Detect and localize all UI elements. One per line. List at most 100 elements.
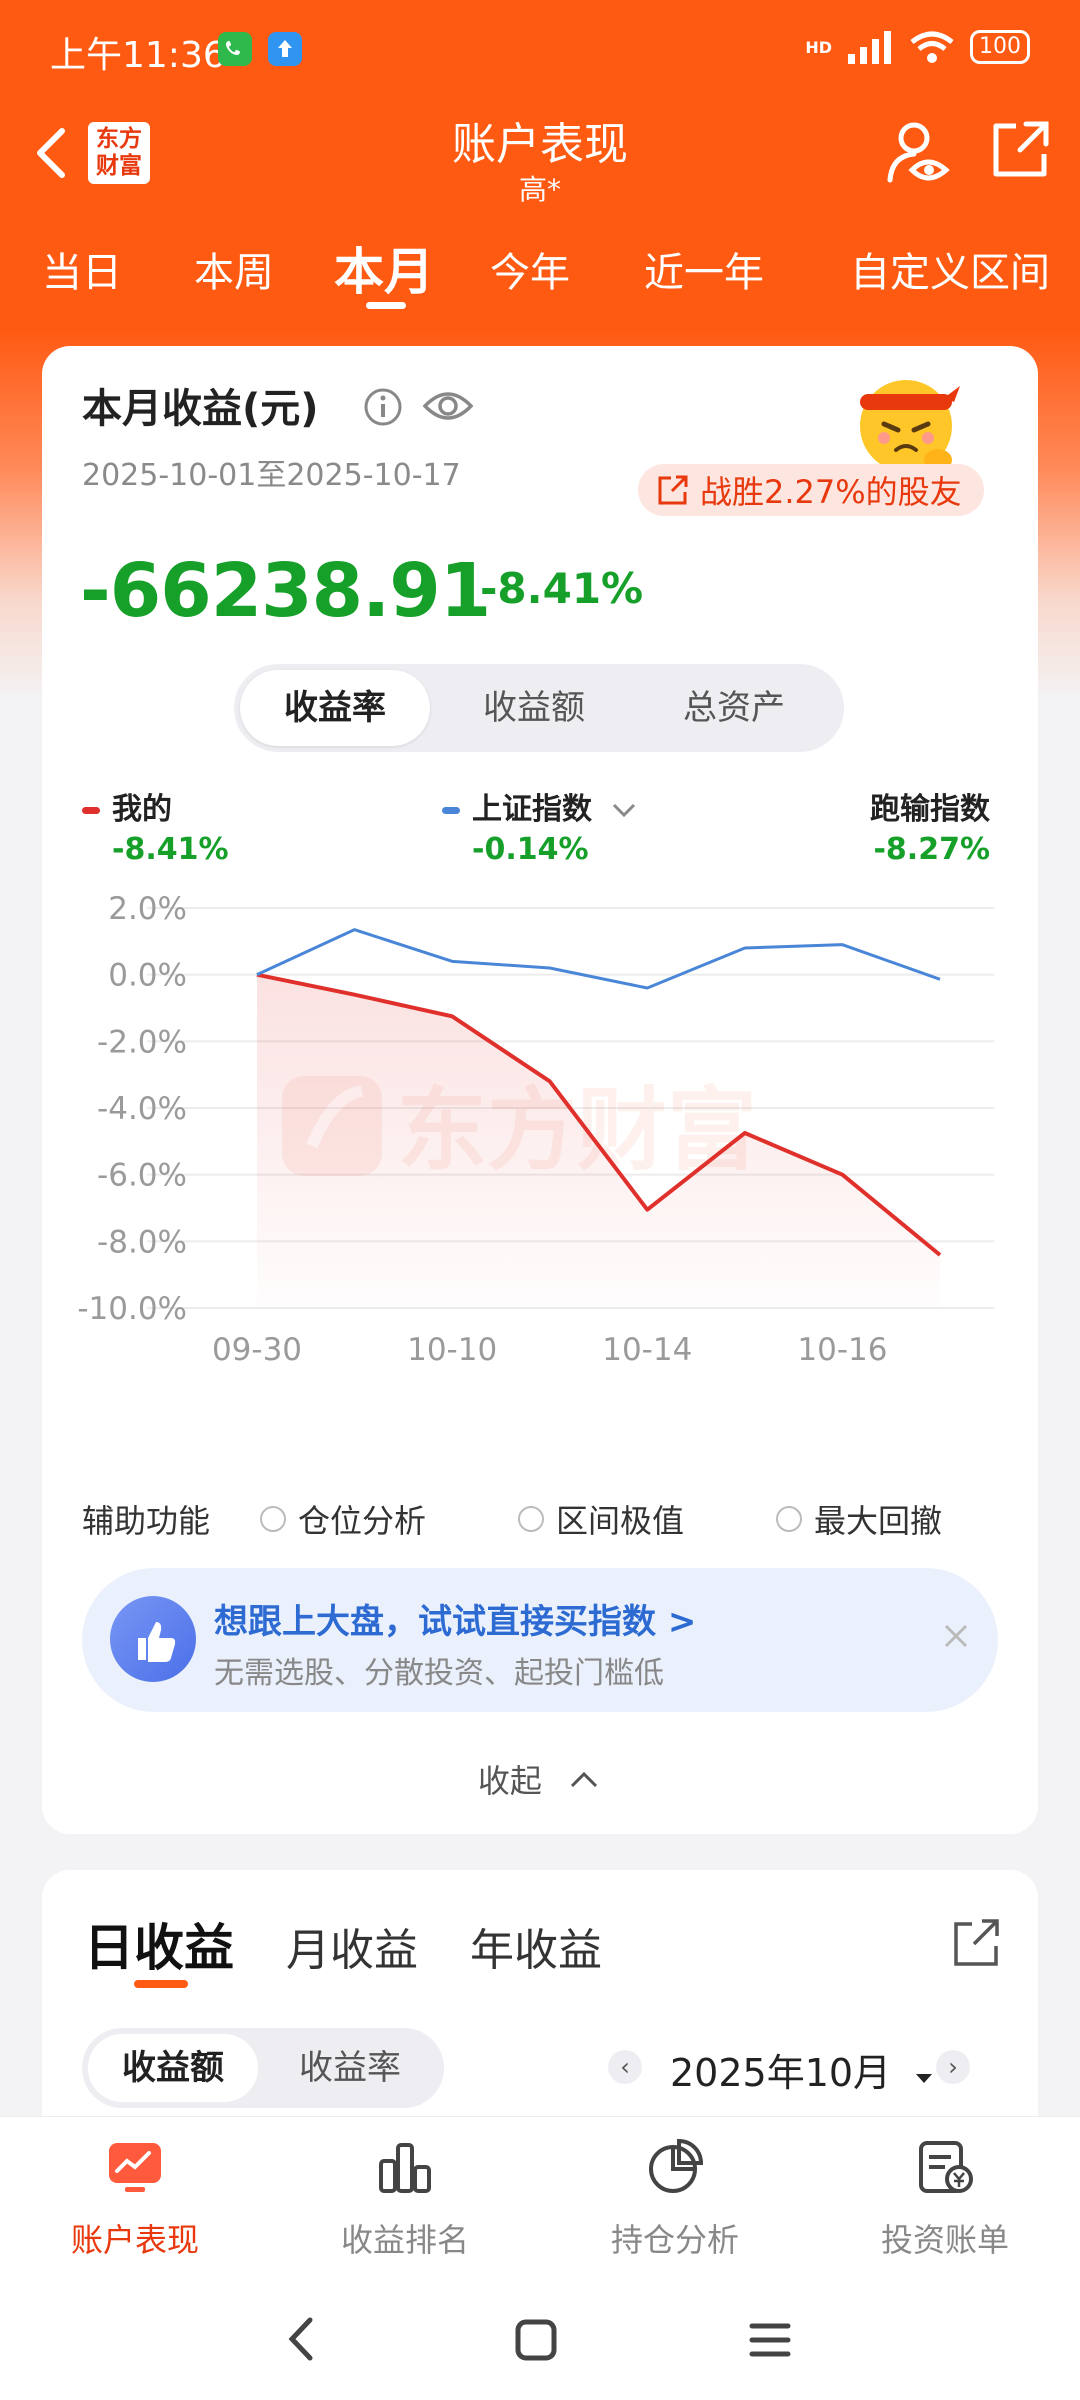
legend-underperform-value: -8.27% bbox=[873, 832, 990, 867]
bottom-nav: 账户表现 收益排名 持仓分析 投资账单 bbox=[0, 2116, 1080, 2287]
status-time: 上午11:36 bbox=[50, 35, 226, 76]
aux-option-label: 区间极值 bbox=[556, 1502, 685, 1540]
status-bar: 上午11:36 HD 100 bbox=[0, 0, 1080, 100]
call-indicator-icon bbox=[218, 32, 252, 66]
share-small-icon bbox=[658, 475, 688, 505]
rank-badge[interactable]: 战胜2.27%的股友 bbox=[638, 464, 984, 516]
nav-label: 账户表现 bbox=[70, 2221, 199, 2259]
tab-month[interactable]: 本月 bbox=[334, 232, 434, 304]
x-tick-label: 09-30 bbox=[212, 1332, 302, 1368]
metric-segment: 收益率 收益额 总资产 bbox=[234, 664, 844, 752]
account-eye-icon[interactable] bbox=[886, 118, 950, 186]
legend-mine-value: -8.41% bbox=[112, 832, 229, 867]
battery-indicator: 100 bbox=[970, 30, 1030, 64]
next-month-button[interactable]: › bbox=[936, 2050, 970, 2084]
promo-title: 想跟上大盘，试试直接买指数 > bbox=[214, 1602, 697, 1642]
collapse-label: 收起 bbox=[477, 1762, 542, 1800]
nav-investment-bill[interactable]: 投资账单 bbox=[810, 2117, 1080, 2287]
legend-index-value: -0.14% bbox=[472, 832, 589, 867]
y-tick-label: 2.0% bbox=[108, 891, 187, 927]
nav-account-performance[interactable]: 账户表现 bbox=[0, 2117, 270, 2287]
y-tick-label: -4.0% bbox=[97, 1091, 187, 1127]
promo-banner[interactable]: 想跟上大盘，试试直接买指数 > 无需选股、分散投资、起投门槛低 bbox=[82, 1568, 998, 1712]
x-tick-label: 10-16 bbox=[797, 1332, 887, 1368]
legend-underperform-label: 跑输指数 bbox=[870, 792, 990, 827]
segment-return-rate[interactable]: 收益率 bbox=[240, 670, 430, 746]
profit-percent: -8.41% bbox=[480, 564, 644, 613]
y-tick-label: 0.0% bbox=[108, 958, 187, 994]
signal-icon bbox=[848, 31, 891, 64]
wifi-icon bbox=[910, 31, 954, 63]
radio-icon bbox=[776, 1506, 802, 1532]
summary-card: 本月收益(元) 2025-10-01至2025-10-17 战胜2.27%的股友… bbox=[42, 346, 1038, 1834]
legend-index[interactable]: 上证指数 bbox=[442, 784, 638, 828]
x-tick-label: 10-10 bbox=[407, 1332, 497, 1368]
y-tick-label: -6.0% bbox=[97, 1158, 187, 1194]
radio-icon bbox=[260, 1506, 286, 1532]
share-icon[interactable] bbox=[990, 118, 1050, 180]
series-index-line bbox=[256, 928, 941, 990]
legend-mine: 我的 bbox=[82, 784, 172, 828]
return-chart[interactable]: 东方财富 2.0%0.0%-2.0%-4.0%-6.0%-8.0%-10.0% … bbox=[42, 886, 1038, 1466]
aux-max-drawdown[interactable]: 最大回撤 bbox=[776, 1496, 942, 1542]
upload-indicator-icon bbox=[268, 32, 302, 66]
aux-range-extremes[interactable]: 区间极值 bbox=[518, 1496, 684, 1542]
earnings-segment: 收益额 收益率 bbox=[82, 2028, 444, 2108]
earnings-tab-indicator bbox=[134, 1980, 188, 1988]
tab-yearly-earnings[interactable]: 年收益 bbox=[470, 1914, 602, 1978]
system-back-icon[interactable] bbox=[282, 2314, 322, 2364]
pie-chart-icon bbox=[649, 2138, 704, 2193]
legend-mine-swatch bbox=[82, 807, 100, 814]
tab-year[interactable]: 今年 bbox=[490, 240, 570, 298]
month-label: 2025年10月 bbox=[670, 2051, 892, 2095]
earnings-card: 日收益 月收益 年收益 收益额 收益率 ‹ 2025年10月 › bbox=[42, 1870, 1038, 2150]
info-icon[interactable] bbox=[362, 386, 404, 428]
system-menu-icon[interactable] bbox=[748, 2318, 792, 2362]
chevron-up-icon bbox=[571, 1771, 598, 1788]
aux-position-analysis[interactable]: 仓位分析 bbox=[260, 1496, 426, 1542]
prev-month-button[interactable]: ‹ bbox=[608, 2050, 642, 2084]
segment-rate[interactable]: 收益率 bbox=[262, 2028, 438, 2108]
nav-earnings-ranking[interactable]: 收益排名 bbox=[270, 2117, 540, 2287]
y-tick-label: -8.0% bbox=[97, 1224, 187, 1260]
active-tab-indicator bbox=[366, 302, 406, 309]
y-tick-label: -2.0% bbox=[97, 1024, 187, 1060]
performance-chart-icon bbox=[109, 2143, 161, 2192]
visibility-eye-icon[interactable] bbox=[422, 384, 474, 428]
segment-total-assets[interactable]: 总资产 bbox=[634, 664, 834, 752]
month-selector[interactable]: 2025年10月 bbox=[670, 2042, 935, 2097]
aux-option-label: 最大回撤 bbox=[814, 1502, 943, 1540]
tab-custom-range[interactable]: 自定义区间 bbox=[850, 240, 1050, 298]
bill-icon bbox=[919, 2141, 973, 2193]
system-nav-bar bbox=[0, 2286, 1080, 2400]
nav-label: 投资账单 bbox=[880, 2221, 1009, 2259]
x-axis-labels: 09-30 10-10 10-14 10-16 bbox=[212, 1332, 888, 1368]
nav-holdings-analysis[interactable]: 持仓分析 bbox=[540, 2117, 810, 2287]
segment-return-amount[interactable]: 收益额 bbox=[434, 664, 634, 752]
collapse-button[interactable]: 收起 bbox=[42, 1756, 1038, 1802]
nav-label: 收益排名 bbox=[340, 2221, 469, 2259]
legend-index-label: 上证指数 bbox=[472, 792, 592, 827]
thumbs-up-icon bbox=[110, 1596, 196, 1682]
segment-amount[interactable]: 收益额 bbox=[88, 2034, 258, 2102]
aux-label: 辅助功能 bbox=[82, 1502, 211, 1540]
bar-chart-icon bbox=[379, 2143, 431, 2193]
share-icon[interactable] bbox=[952, 1918, 1000, 1968]
close-icon[interactable] bbox=[938, 1618, 974, 1654]
tab-daily-earnings[interactable]: 日收益 bbox=[84, 1908, 234, 1980]
date-range: 2025-10-01至2025-10-17 bbox=[82, 458, 461, 493]
y-axis-labels: 2.0% 0.0% -2.0% -4.0% -6.0% -8.0% -10.0% bbox=[77, 891, 187, 1327]
legend-index-swatch bbox=[442, 807, 460, 814]
promo-subtitle: 无需选股、分散投资、起投门槛低 bbox=[214, 1656, 664, 1691]
tab-monthly-earnings[interactable]: 月收益 bbox=[286, 1914, 418, 1978]
radio-icon bbox=[518, 1506, 544, 1532]
system-home-icon[interactable] bbox=[514, 2318, 558, 2362]
tab-last-year[interactable]: 近一年 bbox=[644, 240, 764, 298]
aux-option-label: 仓位分析 bbox=[298, 1502, 427, 1540]
nav-label: 持仓分析 bbox=[610, 2221, 739, 2259]
tab-today[interactable]: 当日 bbox=[42, 240, 122, 298]
chevron-down-icon bbox=[613, 803, 636, 817]
tab-week[interactable]: 本周 bbox=[194, 240, 274, 298]
mascot-illustration bbox=[860, 380, 960, 472]
period-tabs: 当日 本周 本月 今年 近一年 自定义区间 bbox=[0, 240, 1080, 320]
